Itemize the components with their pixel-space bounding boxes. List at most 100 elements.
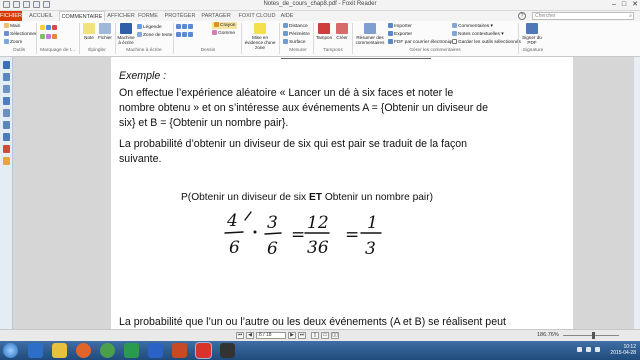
callout-tool[interactable]: Légende [137, 24, 162, 31]
maximize-button[interactable]: □ [622, 1, 626, 9]
tab-proteger[interactable]: PROTÉGER [164, 11, 196, 21]
document-view[interactable]: Exemple : On effectue l’expérience aléat… [13, 57, 633, 329]
popup-notes-icon [452, 31, 457, 36]
zoom-tool[interactable]: Zoom [4, 39, 22, 46]
sign-icon[interactable] [3, 145, 10, 153]
first-page-button[interactable]: ⏮ [236, 332, 244, 339]
typewriter-button[interactable]: Machine à écrire [117, 23, 135, 45]
multiplication-dot [253, 230, 257, 234]
markup-tools[interactable] [40, 34, 58, 41]
perimeter-icon [283, 31, 288, 36]
status-bar: ⏮ ◀ 8 / 18 ▶ ⏭ ▯ ▭ ▯▯ 186.76% [0, 329, 640, 341]
security-icon[interactable] [3, 121, 10, 129]
search-icon[interactable]: ⌕ [629, 13, 632, 19]
close-button[interactable]: ✕ [632, 1, 638, 9]
tab-accueil[interactable]: ACCUEIL [24, 11, 58, 21]
highlight-tools[interactable] [40, 25, 58, 32]
underline-icon [46, 25, 51, 30]
drawing-shapes[interactable] [176, 24, 194, 31]
excel-icon[interactable] [124, 343, 139, 358]
facing-page-icon[interactable]: ▯▯ [331, 332, 339, 339]
media-player-icon[interactable] [220, 343, 235, 358]
drawing-shapes-2[interactable] [176, 32, 194, 39]
minimize-button[interactable]: – [612, 1, 616, 9]
tab-forme[interactable]: FORME [137, 11, 159, 21]
popup-notes-dropdown[interactable]: Notes contextuelles ▾ [452, 31, 504, 38]
single-page-icon[interactable]: ▯ [311, 332, 319, 339]
clock[interactable]: 10:12 2015-04-28 [610, 344, 636, 356]
note-button[interactable]: Note [81, 23, 97, 40]
bookmarks-icon[interactable] [3, 61, 10, 69]
fdf-email-button[interactable]: FDF par courrier électronique [388, 39, 457, 46]
oval-icon [176, 32, 181, 37]
tab-afficher[interactable]: AFFICHER [106, 11, 136, 21]
layers-icon[interactable] [3, 85, 10, 93]
hand-icon [4, 23, 9, 28]
select-tool[interactable]: Sélectionner [4, 31, 37, 38]
flag-icon[interactable] [577, 347, 582, 352]
comments-panel-icon[interactable] [3, 97, 10, 105]
hw-numerator: 3 [267, 213, 278, 233]
tab-commentaire[interactable]: COMMENTAIRE [59, 11, 105, 21]
signature-icon [526, 23, 538, 34]
tab-aide[interactable]: AIDE [279, 11, 295, 21]
previous-page-button[interactable]: ◀ [246, 332, 254, 339]
firefox-icon[interactable] [76, 343, 91, 358]
example-label: Exemple : [119, 70, 167, 82]
zoom-level[interactable]: 186.76% [537, 332, 559, 338]
export-button[interactable]: Exporter [388, 31, 412, 38]
foxit-reader-icon[interactable] [196, 343, 211, 358]
hw-numerator: 1 [367, 213, 378, 233]
signatures-icon[interactable] [3, 133, 10, 141]
eraser-tool[interactable]: Gomme [212, 30, 235, 37]
pdf-page: Exemple : On effectue l’expérience aléat… [111, 57, 573, 329]
right-panel-strip[interactable] [633, 57, 640, 329]
stamp-button[interactable]: Tampon [315, 23, 333, 40]
area-highlight-button[interactable]: Mise en évidence d'une zone [243, 23, 277, 50]
hw-denominator: 6 [267, 239, 278, 259]
next-page-button[interactable]: ▶ [288, 332, 296, 339]
pencil-tool[interactable]: Crayon [212, 22, 238, 29]
perimeter-tool[interactable]: Périmètre [283, 31, 310, 38]
word-icon[interactable] [148, 343, 163, 358]
hw-numerator: 12 [307, 213, 329, 233]
select-icon [4, 31, 9, 36]
summarize-comments-button[interactable]: Résumer des commentaires [354, 23, 386, 45]
distance-tool[interactable]: Distance [283, 23, 308, 30]
probability-formula: P(Obtenir un diviseur de six ET Obtenir … [181, 192, 433, 203]
pages-icon[interactable] [3, 73, 10, 81]
annotation-panel-icon[interactable] [3, 157, 10, 165]
search-input[interactable]: Chercher ⌕ [532, 12, 634, 20]
pencil-icon [214, 22, 219, 27]
powerpoint-icon[interactable] [172, 343, 187, 358]
zoom-slider-thumb[interactable] [592, 332, 596, 339]
file-explorer-icon[interactable] [52, 343, 67, 358]
internet-explorer-icon[interactable] [28, 343, 43, 358]
zoom-slider[interactable] [563, 332, 619, 339]
tab-partager[interactable]: PARTAGER [200, 11, 232, 21]
keep-tool-selected-checkbox[interactable]: Garder les outils sélectionnés [452, 39, 521, 46]
volume-icon[interactable] [595, 347, 600, 352]
rectangle-icon [188, 24, 193, 29]
start-button[interactable] [3, 343, 18, 358]
help-icon[interactable]: ? [518, 12, 526, 20]
area-icon [283, 39, 288, 44]
create-stamp-button[interactable]: Créer [334, 23, 350, 40]
page-number-input[interactable]: 8 / 18 [256, 332, 286, 339]
hand-tool[interactable]: Main [4, 23, 20, 30]
area-tool[interactable]: Surface [283, 39, 306, 46]
attachments-icon[interactable] [3, 109, 10, 117]
network-icon[interactable] [586, 347, 591, 352]
comments-dropdown[interactable]: Commentaires ▾ [452, 23, 493, 30]
file-attach-button[interactable]: Fichier [97, 23, 113, 40]
chrome-icon[interactable] [100, 343, 115, 358]
tab-foxit-cloud[interactable]: FOXIT CLOUD [237, 11, 277, 21]
continuous-page-icon[interactable]: ▭ [321, 332, 329, 339]
textbox-tool[interactable]: Zone de texte [137, 32, 172, 39]
last-page-button[interactable]: ⏭ [298, 332, 306, 339]
sign-pdf-button[interactable]: Signer du PDF [521, 23, 543, 45]
title-bar: Notes_de_cours_chap8.pdf - Foxit Reader … [0, 0, 640, 11]
import-button[interactable]: Importer [388, 23, 412, 30]
tab-fichier[interactable]: FICHIER [0, 11, 22, 21]
page-navigation: ⏮ ◀ 8 / 18 ▶ ⏭ ▯ ▭ ▯▯ [236, 332, 339, 339]
